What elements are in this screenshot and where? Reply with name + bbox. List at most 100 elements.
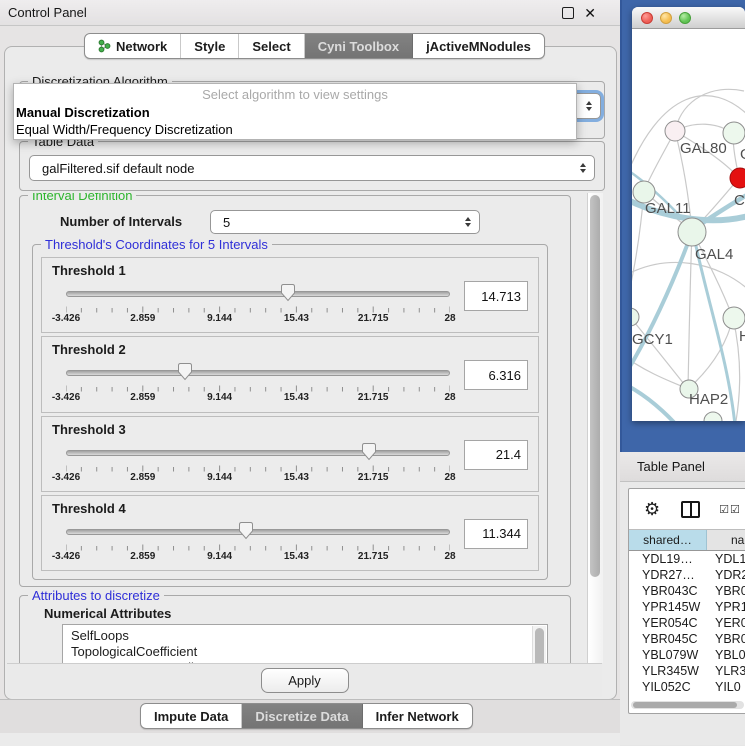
table-row[interactable]: YLR345W YLR3 — [629, 663, 745, 679]
tab-infer-network[interactable]: Infer Network — [363, 704, 472, 728]
float-window-icon[interactable] — [562, 7, 574, 19]
cell-name[interactable]: YBR0 — [707, 584, 745, 598]
table-toolbar: ⚙ ☑☑ — [629, 489, 745, 529]
checkbox-icons[interactable]: ☑☑ — [719, 503, 741, 516]
network-edge[interactable] — [632, 262, 745, 291]
threshold-slider[interactable]: -3.4262.8599.14415.4321.71528 — [66, 440, 450, 484]
tab-cyni-toolbox[interactable]: Cyni Toolbox — [305, 34, 413, 58]
cell-name[interactable]: YDR2 — [707, 568, 745, 582]
tab-impute-data[interactable]: Impute Data — [141, 704, 242, 728]
table-row[interactable]: YER054C YER0 — [629, 615, 745, 631]
apply-button[interactable]: Apply — [261, 668, 349, 693]
cell-shared-name[interactable]: YBL079W — [629, 648, 707, 662]
cell-name[interactable]: YPR1 — [707, 600, 745, 614]
node-label: GAL11 — [645, 200, 691, 217]
threshold-panel: Threshold 1 -3.4262.8599.14415.4321.7152… — [41, 257, 539, 333]
slider-ticks — [66, 306, 450, 313]
control-panel: Control Panel ✕ Network Style Select Cyn… — [0, 0, 620, 745]
cell-shared-name[interactable]: YDR27… — [629, 568, 707, 582]
cell-name[interactable]: YLR3 — [707, 664, 745, 678]
threshold-panel: Threshold 4 -3.4262.8599.14415.4321.7152… — [41, 495, 539, 571]
network-edge[interactable] — [688, 231, 692, 389]
network-node[interactable] — [678, 218, 706, 246]
close-traffic-light-icon[interactable] — [641, 12, 653, 24]
table-row[interactable]: YIL052C YIL0 — [629, 679, 745, 695]
list-item[interactable]: TopologicalCoefficient — [71, 644, 547, 660]
table-data-combobox[interactable]: galFiltered.sif default node — [29, 155, 595, 181]
cell-shared-name[interactable]: YPR145W — [629, 600, 707, 614]
cell-shared-name[interactable]: YLR345W — [629, 664, 707, 678]
close-icon[interactable]: ✕ — [584, 6, 596, 20]
slider-thumb[interactable] — [361, 442, 377, 461]
threshold-value-field[interactable] — [464, 360, 528, 390]
scrollbar-thumb[interactable] — [590, 195, 600, 577]
threshold-value-field[interactable] — [464, 519, 528, 549]
threshold-label: Threshold 3 — [52, 422, 528, 437]
network-edge[interactable] — [632, 232, 692, 373]
tab-discretize-data[interactable]: Discretize Data — [242, 704, 362, 728]
zoom-traffic-light-icon[interactable] — [679, 12, 691, 24]
network-node[interactable] — [632, 308, 639, 326]
slider-thumb[interactable] — [280, 283, 296, 302]
panel-vertical-scrollbar[interactable] — [587, 193, 603, 663]
numerical-attributes-list[interactable]: SelfLoopsTopologicalCoefficientBetweenne… — [62, 624, 548, 663]
column-header-name[interactable]: na — [707, 530, 745, 550]
table-row[interactable]: YBR043C YBR0 — [629, 583, 745, 599]
cell-name[interactable]: YIL0 — [707, 680, 745, 694]
cell-name[interactable]: YBR0 — [707, 632, 745, 646]
table-row[interactable]: YPR145W YPR1 — [629, 599, 745, 615]
tab-label: Infer Network — [376, 709, 459, 724]
split-column-icon[interactable] — [681, 501, 700, 518]
slider-thumb[interactable] — [177, 362, 193, 381]
network-node[interactable] — [723, 307, 745, 329]
network-edge[interactable] — [632, 317, 688, 389]
tab-select[interactable]: Select — [239, 34, 304, 58]
slider-track[interactable] — [66, 291, 450, 297]
scrollbar-thumb[interactable] — [535, 628, 544, 663]
cell-shared-name[interactable]: YIL052C — [629, 680, 707, 694]
network-node[interactable] — [730, 168, 745, 188]
network-node[interactable] — [665, 121, 685, 141]
tab-jactivemnodules[interactable]: jActiveMNodules — [413, 34, 544, 58]
network-node[interactable] — [704, 412, 722, 421]
threshold-slider[interactable]: -3.4262.8599.14415.4321.71528 — [66, 360, 450, 404]
cell-shared-name[interactable]: YDL19… — [629, 552, 707, 566]
slider-thumb[interactable] — [238, 521, 254, 540]
list-item[interactable]: SelfLoops — [71, 628, 547, 644]
dropdown-option[interactable]: Equal Width/Frequency Discretization — [14, 121, 576, 138]
table-row[interactable]: YDR27… YDR2 — [629, 567, 745, 583]
table-row[interactable]: YBR045C YBR0 — [629, 631, 745, 647]
minimize-traffic-light-icon[interactable] — [660, 12, 672, 24]
slider-track[interactable] — [66, 450, 450, 456]
cell-shared-name[interactable]: YER054C — [629, 616, 707, 630]
threshold-slider[interactable]: -3.4262.8599.14415.4321.71528 — [66, 519, 450, 563]
cell-name[interactable]: YDL1 — [707, 552, 745, 566]
cell-shared-name[interactable]: YBR045C — [629, 632, 707, 646]
group-title: Attributes to discretize — [28, 588, 164, 603]
dropdown-option[interactable]: Manual Discretization — [14, 104, 576, 121]
threshold-value-field[interactable] — [464, 281, 528, 311]
network-edge[interactable] — [632, 359, 688, 389]
table-panel-titlebar: Table Panel — [620, 452, 745, 482]
threshold-label: Threshold 1 — [52, 263, 528, 278]
threshold-slider[interactable]: -3.4262.8599.14415.4321.71528 — [66, 281, 450, 325]
gear-icon[interactable]: ⚙ — [644, 500, 660, 518]
slider-track[interactable] — [66, 370, 450, 376]
apply-bar: Apply — [7, 663, 602, 697]
slider-track[interactable] — [66, 529, 450, 535]
scrollbar-thumb[interactable] — [633, 702, 737, 708]
table-horizontal-scrollbar[interactable] — [631, 701, 744, 709]
network-canvas[interactable]: GAL80GACGAL11GAL4GCY1HHAP2 — [632, 29, 745, 421]
threshold-value-field[interactable] — [464, 440, 528, 470]
cell-shared-name[interactable]: YBR043C — [629, 584, 707, 598]
tab-style[interactable]: Style — [181, 34, 239, 58]
settings-scroll-area: Interval Definition Number of Intervals … — [7, 193, 585, 663]
tab-network[interactable]: Network — [85, 34, 181, 58]
list-scrollbar[interactable] — [532, 626, 546, 663]
table-row[interactable]: YBL079W YBL0 — [629, 647, 745, 663]
number-of-intervals-combobox[interactable]: 5 — [210, 210, 480, 234]
table-row[interactable]: YDL19… YDL1 — [629, 551, 745, 567]
cell-name[interactable]: YER0 — [707, 616, 745, 630]
cell-name[interactable]: YBL0 — [707, 648, 745, 662]
column-header-shared-name[interactable]: shared… — [629, 530, 707, 550]
